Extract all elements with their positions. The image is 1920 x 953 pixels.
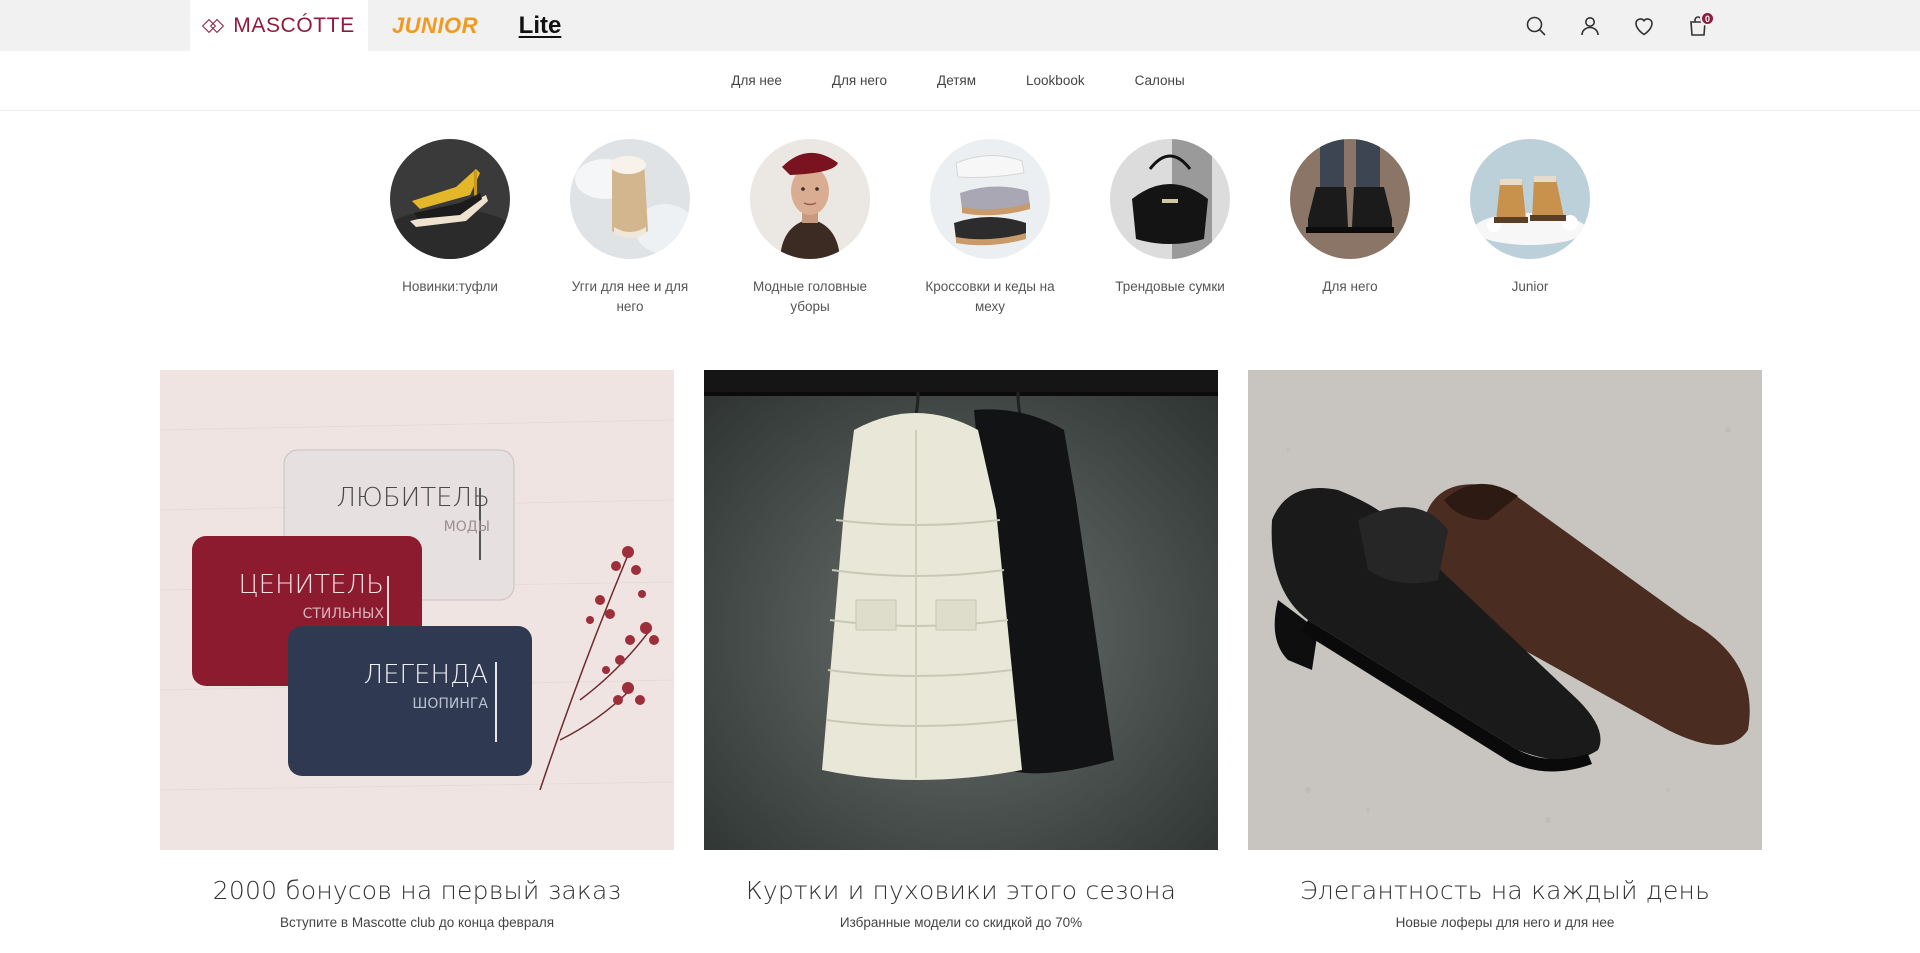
- nav-item-for-her[interactable]: Для нее: [706, 73, 807, 88]
- card-title: ЦЕНИТЕЛЬ: [238, 570, 385, 600]
- cart-count-badge: 0: [1700, 11, 1715, 26]
- brand-bar: MASCÓTTE JUNIOR Lite 0: [0, 0, 1920, 51]
- search-icon[interactable]: [1520, 10, 1552, 42]
- story-label: Угги для нее и для него: [571, 279, 689, 314]
- promo-banners: ЛЮБИТЕЛЬ МОДЫ ЦЕНИТЕЛЬ СТИЛЬНЫХ ЛЕГЕНДА …: [160, 370, 1762, 930]
- header-actions: 0: [1520, 10, 1715, 42]
- bag-icon[interactable]: 0: [1682, 10, 1715, 42]
- user-icon[interactable]: [1574, 10, 1606, 42]
- mascotte-logo-icon: [202, 18, 225, 33]
- card-style-connoisseur: ЦЕНИТЕЛЬ СТИЛЬНЫХ: [200, 570, 385, 622]
- main-nav: Для нее Для него Детям Lookbook Салоны: [0, 51, 1920, 111]
- story-image: [750, 139, 870, 259]
- story-for-him[interactable]: Для него: [1260, 139, 1440, 317]
- story-image: [1470, 139, 1590, 259]
- banner-title: Элегантность на каждый день: [1299, 876, 1710, 905]
- banner-title: Куртки и пуховики этого сезона: [745, 876, 1177, 905]
- nav-item-for-him[interactable]: Для него: [807, 73, 912, 88]
- card-subtitle: СТИЛЬНЫХ: [302, 606, 384, 622]
- story-new-shoes[interactable]: Новинки:туфли: [360, 139, 540, 317]
- banner-title: 2000 бонусов на первый заказ: [212, 876, 622, 905]
- card-shopping-legend: ЛЕГЕНДА ШОПИНГА: [300, 660, 488, 712]
- story-image: [570, 139, 690, 259]
- story-image: [1290, 139, 1410, 259]
- card-fashion-lover: ЛЮБИТЕЛЬ МОДЫ: [310, 483, 490, 535]
- category-stories: Новинки:туфли Угги для нее и для него Мо…: [360, 139, 1620, 317]
- card-subtitle: ШОПИНГА: [412, 696, 488, 712]
- heart-icon[interactable]: [1628, 10, 1660, 42]
- card-subtitle: МОДЫ: [443, 519, 490, 535]
- story-label: Новинки:туфли: [402, 279, 498, 294]
- banner-subtitle: Избранные модели со скидкой до 70%: [839, 915, 1083, 930]
- story-image: [930, 139, 1050, 259]
- nav-item-kids[interactable]: Детям: [912, 73, 1001, 88]
- brand-tab-lite[interactable]: Lite: [512, 0, 568, 51]
- card-title: ЛЕГЕНДА: [363, 660, 488, 690]
- banner-image-loafers: [1248, 370, 1762, 850]
- banner-subtitle: Вступите в Mascotte club до конца феврал…: [279, 915, 555, 930]
- card-title: ЛЮБИТЕЛЬ: [336, 483, 490, 513]
- brand-mascotte-label: MASCÓTTE: [233, 13, 355, 37]
- story-label: Для него: [1322, 279, 1378, 294]
- story-uggs[interactable]: Угги для нее и для него: [540, 139, 720, 317]
- banner-loyalty-bonus[interactable]: ЛЮБИТЕЛЬ МОДЫ ЦЕНИТЕЛЬ СТИЛЬНЫХ ЛЕГЕНДА …: [160, 370, 674, 930]
- story-label: Junior: [1511, 279, 1549, 294]
- brand-junior-label: JUNIOR: [391, 12, 479, 38]
- nav-item-stores[interactable]: Салоны: [1110, 73, 1210, 88]
- banner-image-loyalty-cards: ЛЮБИТЕЛЬ МОДЫ ЦЕНИТЕЛЬ СТИЛЬНЫХ ЛЕГЕНДА …: [160, 370, 674, 850]
- story-image: [1110, 139, 1230, 259]
- brand-tab-junior[interactable]: JUNIOR: [388, 0, 482, 51]
- story-fur-sneakers[interactable]: Кроссовки и кеды на меху: [900, 139, 1080, 317]
- brand-tab-mascotte[interactable]: MASCÓTTE: [190, 0, 368, 51]
- story-label: Трендовые сумки: [1115, 279, 1225, 294]
- nav-item-lookbook[interactable]: Lookbook: [1001, 73, 1110, 88]
- story-label: Модные головные уборы: [752, 279, 868, 314]
- brand-lite-label: Lite: [518, 11, 562, 39]
- story-headwear[interactable]: Модные головные уборы: [720, 139, 900, 317]
- banner-image-jackets: [704, 370, 1218, 850]
- banner-subtitle: Новые лоферы для него и для нее: [1395, 915, 1615, 930]
- story-junior[interactable]: Junior: [1440, 139, 1620, 317]
- banner-jackets[interactable]: Куртки и пуховики этого сезона Избранные…: [704, 370, 1218, 930]
- banner-loafers[interactable]: Элегантность на каждый день Новые лоферы…: [1248, 370, 1762, 930]
- story-label: Кроссовки и кеды на меху: [925, 279, 1055, 314]
- story-image: [390, 139, 510, 259]
- story-trendy-bags[interactable]: Трендовые сумки: [1080, 139, 1260, 317]
